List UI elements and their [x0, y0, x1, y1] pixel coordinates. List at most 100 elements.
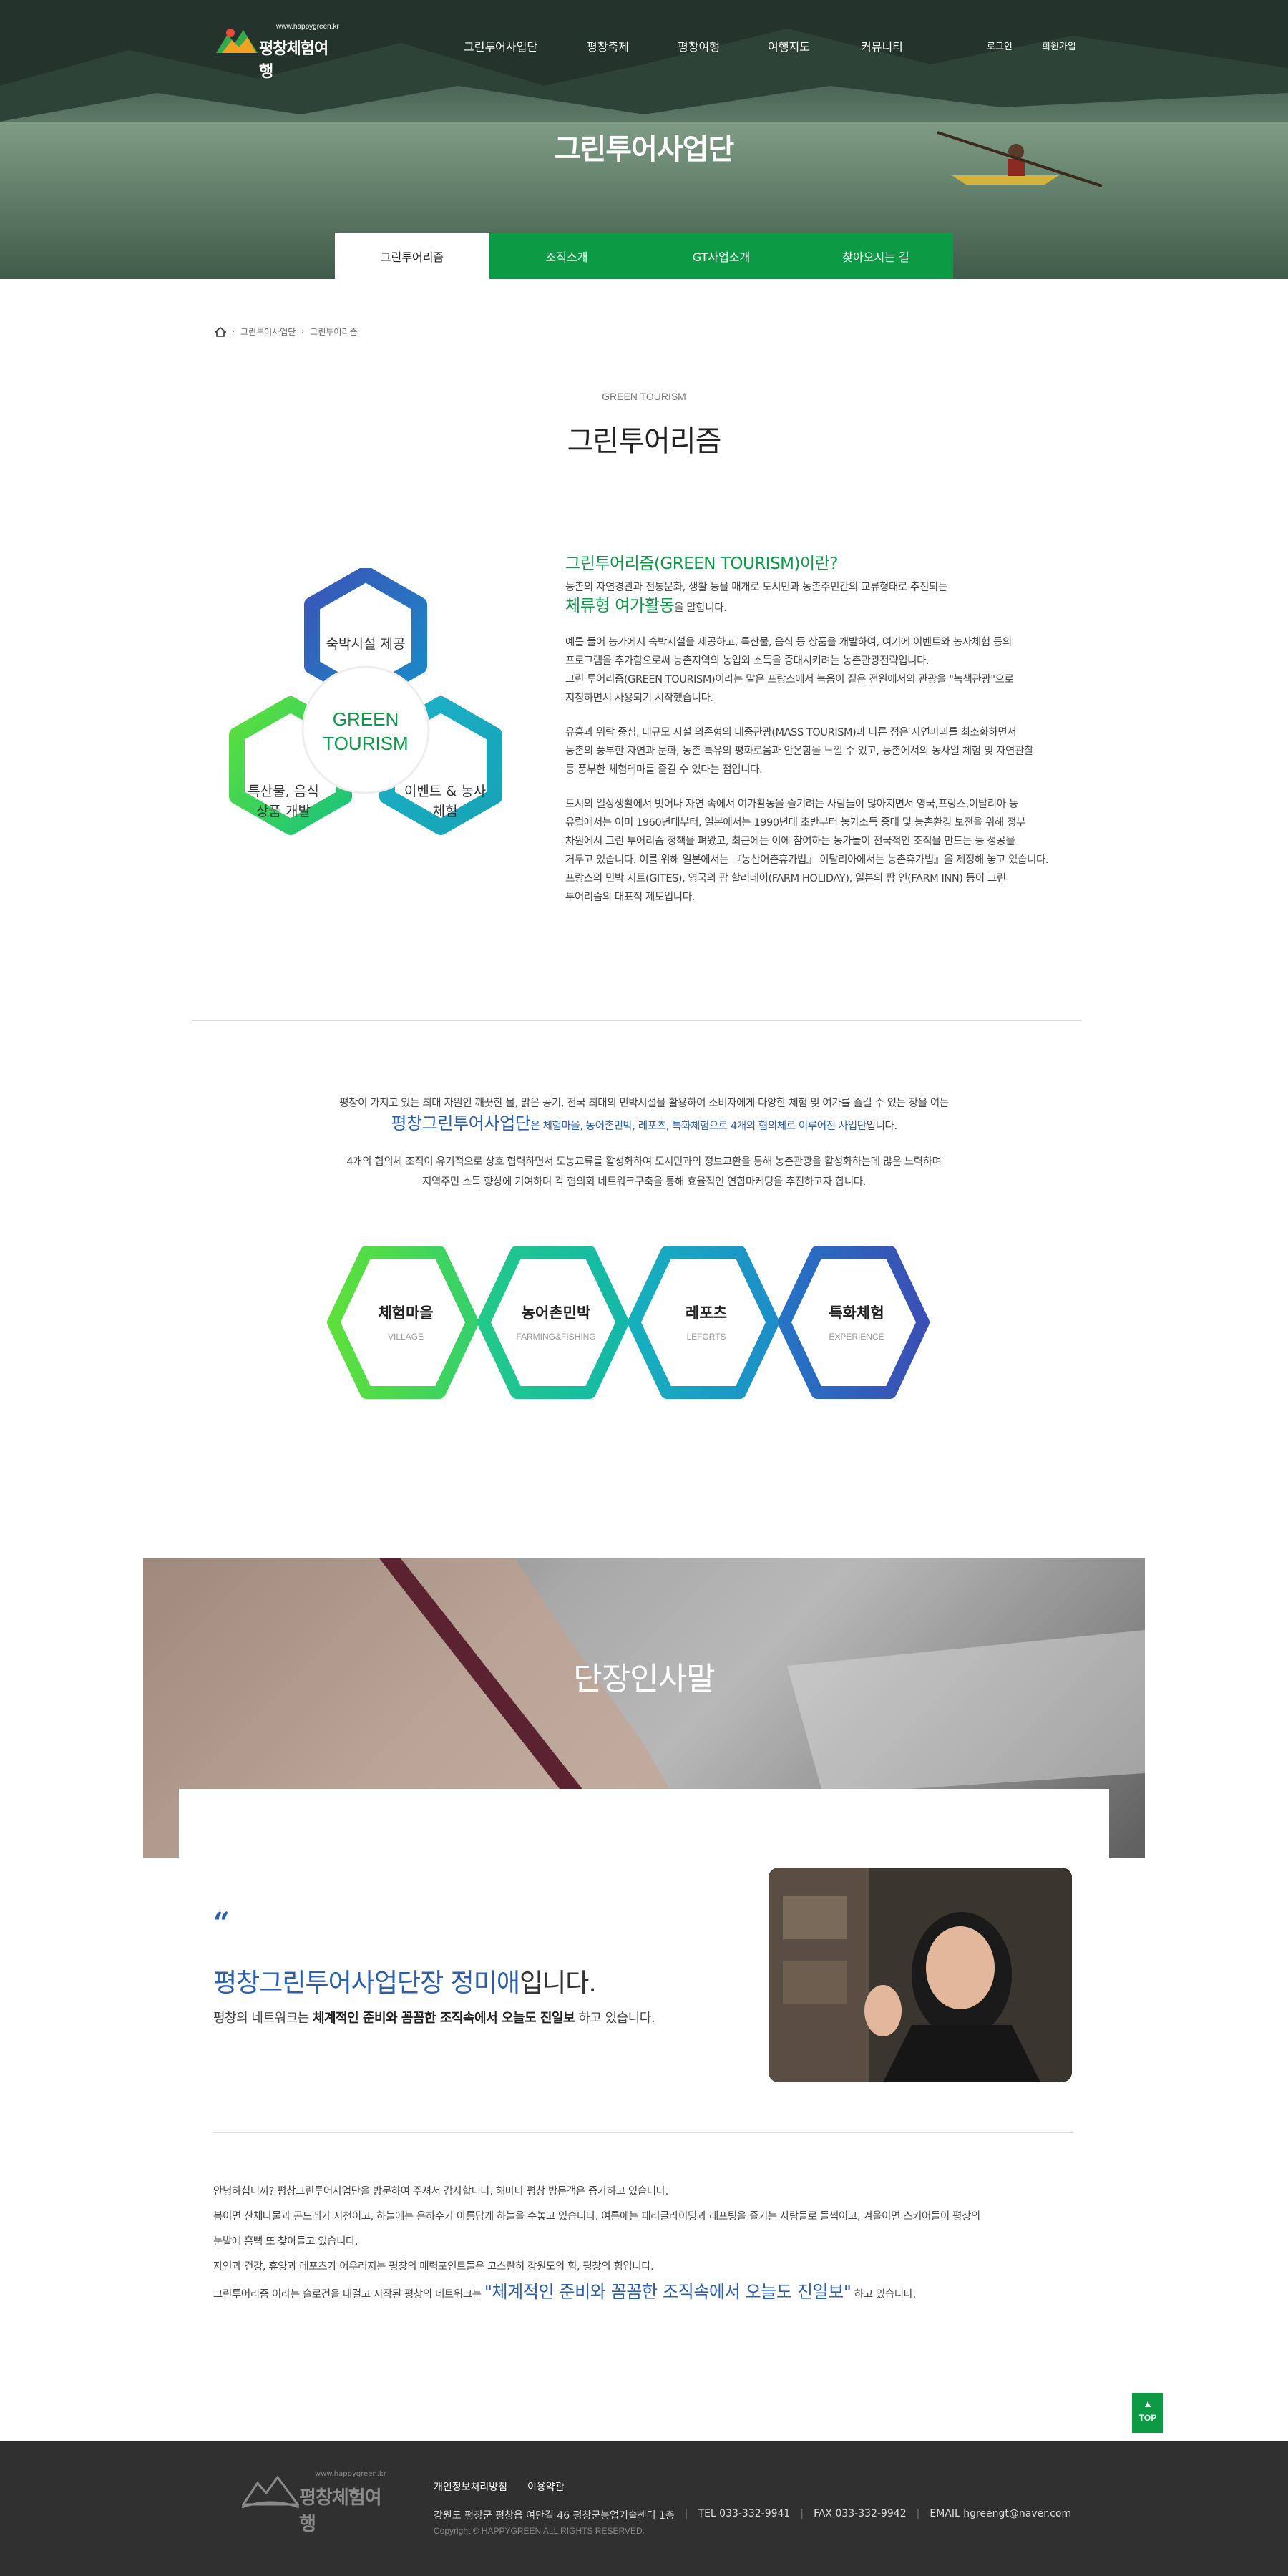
- sub-tabs: 그린투어리즘 조직소개 GT사업소개 찾아오시는 길: [335, 233, 953, 279]
- director-portrait: [769, 1868, 1072, 2082]
- letter-line3: 눈밭에 흠뻑 또 찾아들고 있습니다.: [213, 2236, 358, 2248]
- footer-links: 개인정보처리방침 이용약관: [434, 2479, 565, 2494]
- hex-right-line1: 이벤트 & 농사: [404, 784, 486, 799]
- network-item-leports-en: LEFORTS: [686, 1332, 726, 1342]
- footer-copyright: Copyright © HAPPYGREEN ALL RIGHTS RESERV…: [434, 2526, 645, 2536]
- network-line2-tail: 입니다.: [866, 1121, 897, 1132]
- hex-top-label: 숙박시설 제공: [326, 636, 406, 652]
- footer-logo-mountain-icon: [242, 2475, 299, 2509]
- greeting-sub-tail: 하고 있습니다.: [575, 2011, 655, 2026]
- greeting-subtitle: 평창의 네트워크는 체계적인 준비와 꼼꼼한 조직속에서 오늘도 진일보 하고 …: [213, 2008, 655, 2026]
- footer-address: 강원도 평창군 평창읍 여만길 46 평창군농업기술센터 1층: [434, 2510, 675, 2522]
- footer-logo-name: 평창체험여행: [299, 2487, 382, 2535]
- home-icon[interactable]: [215, 326, 226, 337]
- hex-center-line2: TOURISM: [323, 733, 408, 754]
- chevron-right-icon: ›: [301, 328, 305, 336]
- quote-icon: “: [213, 1906, 230, 1940]
- network-item-experience-en: EXPERIENCE: [829, 1332, 884, 1342]
- intro-p2-line3: 그린 투어리즘(GREEN TOURISM)이라는 말은 프랑스에서 녹음이 짙…: [565, 674, 1014, 686]
- intro-p4-line3: 차원에서 그린 투어리즘 정책을 펴왔고, 최근에는 이에 참여하는 농가들이 …: [565, 836, 1015, 847]
- hex-left-line2: 상품 개발: [256, 804, 311, 819]
- intro-p2-line4: 지칭하면서 사용되기 시작했습니다.: [565, 693, 713, 704]
- intro-heading: 그린투어리즘(GREEN TOURISM)이란?: [565, 555, 839, 573]
- logo-url: www.happygreen.kr: [276, 23, 339, 31]
- network-line3: 4개의 협의체 조직이 유기적으로 상호 협력하면서 도농교류를 활성화하여 도…: [346, 1156, 942, 1168]
- letter-line2: 봄이면 산채나물과 곤드레가 지천이고, 하늘에는 은하수가 아름답게 하늘을 …: [213, 2211, 980, 2223]
- footer-fax: FAX 033-332-9942: [814, 2508, 907, 2519]
- greeting-banner-title: 단장인사말: [573, 1661, 715, 1697]
- divider: |: [800, 2508, 804, 2519]
- network-line2-mid: 은 체험마을, 농어촌민박, 레포츠, 특화체험으로 4개의 협의체로 이루어진…: [530, 1121, 867, 1132]
- divider: |: [916, 2508, 920, 2519]
- intro-p1-line1: 농촌의 자연경관과 전통문화, 생활 등을 매개로 도시민과 농촌주민간의 교류…: [565, 582, 947, 593]
- tab-green-tourism[interactable]: 그린투어리즘: [335, 233, 489, 279]
- nav-item-community[interactable]: 커뮤니티: [861, 37, 903, 54]
- kayak-shape: [952, 175, 1059, 185]
- divider: |: [684, 2508, 688, 2519]
- intro-p4-line6: 투어리즘의 대표적 제도입니다.: [565, 892, 695, 903]
- nav-item-greentour[interactable]: 그린투어사업단: [464, 37, 537, 54]
- terms-link[interactable]: 이용약관: [527, 2479, 565, 2494]
- portrait-photo: [769, 1868, 1072, 2082]
- hex-left-line1: 특산물, 음식: [248, 784, 318, 799]
- greeting-name: 평창그린투어사업단장 정미애입니다.: [213, 1962, 597, 1999]
- intro-p4-line2: 유럽에서는 이미 1960년대부터, 일본에서는 1990년대 초반부터 농가소…: [565, 817, 1025, 829]
- tab-gt-business[interactable]: GT사업소개: [644, 233, 799, 279]
- breadcrumb-level2[interactable]: 그린투어리즘: [310, 326, 357, 338]
- page-title: 그린투어리즘: [567, 425, 722, 458]
- intro-p1-tail: 을 말합니다.: [674, 602, 727, 614]
- intro-p2-line2: 프로그램을 추가함으로써 농촌지역의 농업외 소득을 증대시키려는 농촌관광전략…: [565, 655, 930, 667]
- hex-right-line2: 체험: [433, 804, 458, 819]
- network-item-experience: 특화체험: [829, 1304, 884, 1322]
- join-link[interactable]: 회원가입: [1042, 39, 1076, 52]
- letter-line1: 안녕하십니까? 평창그린투어사업단을 방문하여 주셔서 감사합니다. 해마다 평…: [213, 2186, 668, 2197]
- greeting-sub-pre: 평창의 네트워크는: [213, 2011, 313, 2026]
- letter-line5-pre: 그린투어리즘 이라는 슬로건을 내걸고 시작된 평창의 네트워크는: [213, 2289, 484, 2301]
- network-line4: 지역주민 소득 향상에 기여하며 각 협의회 네트워크구축을 통해 효율적인 연…: [422, 1176, 866, 1188]
- intro-p3-line1: 유흥과 위락 중심, 대규모 시설 의존형의 대중관광(MASS TOURISM…: [565, 727, 1017, 738]
- chevron-right-icon: ›: [232, 328, 235, 336]
- breadcrumb: › 그린투어사업단 › 그린투어리즘: [215, 326, 358, 338]
- footer-info: 강원도 평창군 평창읍 여만길 46 평창군농업기술센터 1층 | TEL 03…: [434, 2508, 1071, 2522]
- network-line2: 평창그린투어사업단은 체험마을, 농어촌민박, 레포츠, 특화체험으로 4개의 …: [0, 1113, 1288, 1136]
- network-item-village: 체험마을: [378, 1304, 433, 1322]
- network-item-farmstay-en: FARMING&FISHING: [516, 1332, 595, 1342]
- footer-logo-url: www.happygreen.kr: [315, 2470, 386, 2478]
- tab-organization[interactable]: 조직소개: [489, 233, 644, 279]
- nav-item-map[interactable]: 여행지도: [768, 37, 810, 54]
- intro-p4-line4: 거두고 있습니다. 이를 위해 일본에서는 『농산어촌휴가법』 이탈리아에서는 …: [565, 854, 1049, 866]
- letter-line5: 그린투어리즘 이라는 슬로건을 내걸고 시작된 평창의 네트워크는 "체계적인 …: [213, 2280, 1086, 2308]
- nav-item-festival[interactable]: 평창축제: [587, 37, 629, 54]
- footer-email: EMAIL hgreengt@naver.com: [930, 2508, 1072, 2519]
- login-link[interactable]: 로그인: [987, 39, 1013, 52]
- green-tourism-hex-diagram: GREEN TOURISM 숙박시설 제공 특산물, 음식 상품 개발 이벤트 …: [229, 568, 502, 835]
- letter-line5-tail: 하고 있습니다.: [851, 2289, 916, 2301]
- breadcrumb-level1[interactable]: 그린투어사업단: [240, 326, 296, 338]
- tab-directions[interactable]: 찾아오시는 길: [799, 233, 953, 279]
- scroll-top-button[interactable]: ▲ TOP: [1132, 2393, 1163, 2433]
- letter-line5-highlight: "체계적인 준비와 꼼꼼한 조직속에서 오늘도 진일보": [484, 2282, 852, 2302]
- divider: [192, 1020, 1082, 1021]
- privacy-policy-link[interactable]: 개인정보처리방침: [434, 2479, 507, 2494]
- arrow-up-icon: ▲: [1143, 2398, 1153, 2409]
- scroll-top-label: TOP: [1138, 2413, 1157, 2423]
- intro-p3-line3: 등 풍부한 체험테마를 즐길 수 있다는 점입니다.: [565, 764, 763, 776]
- intro-p1-line2: 체류형 여가활동을 말합니다.: [565, 597, 1080, 618]
- greeting-name-highlight: 평창그린투어사업단장 정미애: [213, 1968, 520, 1998]
- greeting-name-tail: 입니다.: [519, 1968, 597, 1998]
- intro-p4-line5: 프랑스의 민박 지트(GITES), 영국의 팜 할러데이(FARM HOLID…: [565, 873, 1006, 884]
- network-highlight: 평창그린투어사업단: [391, 1113, 531, 1133]
- intro-p2-line1: 예를 들어 농가에서 숙박시설을 제공하고, 특산물, 음식 등 상품을 개발하…: [565, 637, 1012, 648]
- main-nav: 그린투어사업단 평창축제 평창여행 여행지도 커뮤니티: [0, 37, 1288, 59]
- footer-tel: TEL 033-332-9941: [698, 2508, 791, 2519]
- network-item-village-en: VILLAGE: [388, 1332, 424, 1342]
- intro-highlight: 체류형 여가활동: [565, 597, 675, 615]
- greeting-letter: 안녕하십니까? 평창그린투어사업단을 방문하여 주셔서 감사합니다. 해마다 평…: [213, 2180, 1086, 2308]
- intro-p3-line2: 농촌의 풍부한 자연과 문화, 농촌 특유의 평화로움과 안온함을 느낄 수 있…: [565, 746, 1033, 757]
- network-line1: 평창이 가지고 있는 최대 자원인 깨끗한 물, 맑은 공기, 전국 최대의 민…: [339, 1098, 949, 1109]
- footer-logo[interactable]: www.happygreen.kr 평창체험여행: [242, 2469, 392, 2535]
- network-hex-chain: 체험마을 VILLAGE 농어촌민박 FARMING&FISHING 레포츠 L…: [327, 1246, 930, 1399]
- network-text: 평창이 가지고 있는 최대 자원인 깨끗한 물, 맑은 공기, 전국 최대의 민…: [0, 1093, 1288, 1192]
- nav-item-travel[interactable]: 평창여행: [678, 37, 720, 54]
- hex-center-line1: GREEN: [333, 708, 399, 730]
